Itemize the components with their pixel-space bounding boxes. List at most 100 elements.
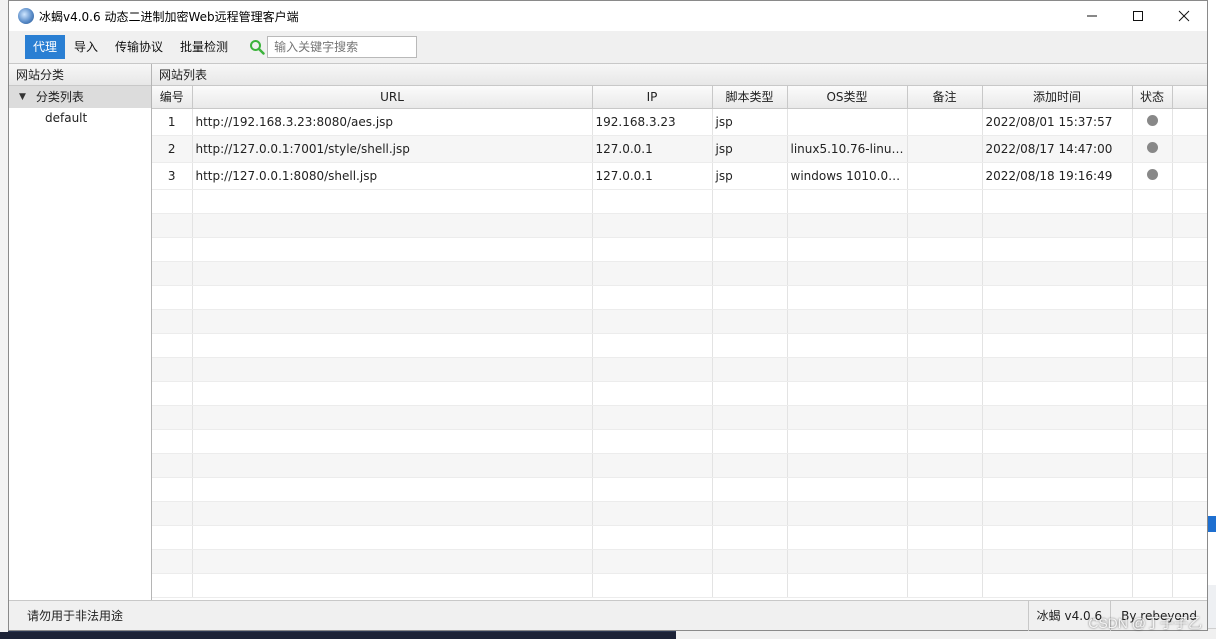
cell-empty [1172, 285, 1207, 310]
cell-empty [787, 189, 908, 214]
site-list-header: 网站列表 [152, 64, 1207, 86]
search-input[interactable] [267, 36, 418, 58]
cell-empty [712, 261, 788, 286]
col-header-id[interactable]: 编号 [152, 86, 193, 109]
main-window: 冰蝎v4.0.6 动态二进制加密Web远程管理客户端 代理 导入 传输协议 批量… [8, 0, 1208, 631]
table-row-empty [152, 261, 1207, 286]
cell-empty [592, 405, 713, 430]
cell-empty [982, 525, 1133, 550]
cell-empty [787, 477, 908, 502]
cell-empty [192, 357, 593, 382]
cell-empty [712, 381, 788, 406]
table-row-empty [152, 453, 1207, 478]
menu-bar: 代理 导入 传输协议 批量检测 [9, 31, 1207, 63]
cell-script-type: jsp [712, 108, 788, 136]
maximize-button[interactable] [1115, 1, 1161, 31]
cell-empty [152, 549, 193, 574]
cell-empty [592, 189, 713, 214]
cell-empty [192, 309, 593, 334]
table-row-empty [152, 525, 1207, 550]
cell-empty [592, 357, 713, 382]
cell-empty [1172, 525, 1207, 550]
cell-empty [982, 453, 1133, 478]
cell-empty [592, 549, 713, 574]
site-list-panel: 网站列表 编号 URL IP 脚本类型 OS类型 备注 添加时间 状态 1 ht… [152, 64, 1207, 600]
cell-empty [907, 525, 983, 550]
menu-batch-check[interactable]: 批量检测 [172, 35, 236, 59]
col-header-note[interactable]: 备注 [907, 86, 983, 109]
cell-empty [907, 285, 983, 310]
table-row-empty [152, 381, 1207, 406]
table-row-empty [152, 549, 1207, 574]
menu-proxy[interactable]: 代理 [25, 35, 66, 59]
table-row-empty [152, 477, 1207, 502]
cell-empty [1172, 333, 1207, 358]
cell-empty [1172, 429, 1207, 454]
cell-empty [787, 429, 908, 454]
cell-note [907, 162, 983, 190]
app-icon [18, 8, 34, 24]
cell-empty [787, 237, 908, 262]
status-dot-icon [1146, 168, 1158, 180]
search-icon[interactable] [249, 39, 265, 55]
status-dot-icon [1146, 141, 1158, 153]
col-header-os-type[interactable]: OS类型 [787, 86, 908, 109]
cell-empty [982, 237, 1133, 262]
table-row-empty [152, 285, 1207, 310]
col-header-filler [1172, 86, 1207, 109]
expand-triangle-icon[interactable]: ▼ [19, 86, 26, 108]
cell-empty [907, 333, 983, 358]
cell-empty [907, 573, 983, 598]
cell-empty [592, 309, 713, 334]
cell-empty [152, 309, 193, 334]
cell-empty [1172, 405, 1207, 430]
cell-empty [1132, 309, 1173, 334]
cell-status [1132, 162, 1173, 190]
col-header-status[interactable]: 状态 [1132, 86, 1173, 109]
col-header-added-time[interactable]: 添加时间 [982, 86, 1133, 109]
close-button[interactable] [1161, 1, 1207, 31]
cell-empty [152, 477, 193, 502]
cell-empty [192, 381, 593, 406]
cell-empty [907, 405, 983, 430]
cell-status [1132, 108, 1173, 136]
cell-empty [1172, 261, 1207, 286]
status-dot-icon [1146, 114, 1158, 126]
col-header-url[interactable]: URL [192, 86, 593, 109]
cell-empty [982, 549, 1133, 574]
title-bar[interactable]: 冰蝎v4.0.6 动态二进制加密Web远程管理客户端 [9, 1, 1207, 31]
menu-import[interactable]: 导入 [66, 35, 106, 59]
cell-empty [1132, 501, 1173, 526]
table-row[interactable]: 3 http://127.0.0.1:8080/shell.jsp 127.0.… [152, 162, 1207, 190]
cell-empty [712, 549, 788, 574]
category-panel-header: 网站分类 [9, 64, 151, 86]
cell-empty [152, 381, 193, 406]
minimize-button[interactable] [1069, 1, 1115, 31]
cell-empty [1132, 429, 1173, 454]
category-panel: 网站分类 ▼ 分类列表 default [9, 64, 152, 600]
col-header-ip[interactable]: IP [592, 86, 713, 109]
cell-empty [152, 357, 193, 382]
col-header-script-type[interactable]: 脚本类型 [712, 86, 788, 109]
cell-empty [152, 261, 193, 286]
tree-item-default[interactable]: default [9, 108, 151, 128]
table-row[interactable]: 2 http://127.0.0.1:7001/style/shell.jsp … [152, 135, 1207, 163]
cell-empty [1172, 357, 1207, 382]
cell-empty [192, 189, 593, 214]
table-row[interactable]: 1 http://192.168.3.23:8080/aes.jsp 192.1… [152, 108, 1207, 136]
table-row-empty [152, 213, 1207, 238]
cell-url: http://127.0.0.1:7001/style/shell.jsp [192, 135, 593, 163]
cell-empty [152, 525, 193, 550]
cell-empty [592, 237, 713, 262]
cell-empty [982, 573, 1133, 598]
cell-empty [982, 405, 1133, 430]
cell-empty [982, 213, 1133, 238]
cell-empty [1172, 573, 1207, 598]
tree-root-category-list[interactable]: ▼ 分类列表 [9, 86, 151, 108]
menu-transport-protocol[interactable]: 传输协议 [107, 35, 171, 59]
cell-empty [592, 525, 713, 550]
cell-empty [907, 189, 983, 214]
status-warning-text: 请勿用于非法用途 [27, 609, 124, 623]
cell-empty [982, 309, 1133, 334]
site-table-container[interactable]: 编号 URL IP 脚本类型 OS类型 备注 添加时间 状态 1 http://… [152, 86, 1207, 600]
